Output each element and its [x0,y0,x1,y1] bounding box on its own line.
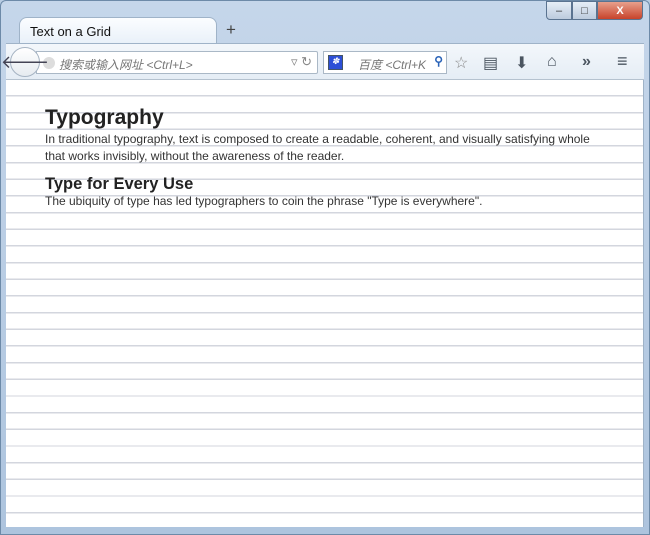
download-icon[interactable]: ⬇ [515,53,528,73]
search-placeholder: 百度 <Ctrl+K [358,58,427,72]
new-tab-button[interactable]: + [226,20,236,40]
intro-paragraph: In traditional typography, text is compo… [45,132,590,163]
home-icon[interactable]: ⌂ [547,53,557,71]
section-paragraph: The ubiquity of type has led typographer… [45,194,483,208]
maximize-button[interactable]: □ [572,1,597,20]
back-button[interactable]: 🡐 [1,47,49,77]
nav-toolbar: 搜索或输入网址 <Ctrl+L> ▿ ↻ 🡐 ✽ 百度 <Ctrl+K ⚲ ☆ … [1,43,644,80]
reading-list-icon[interactable]: ▤ [483,53,498,73]
close-button[interactable]: X [597,1,643,20]
url-input[interactable]: 搜索或输入网址 <Ctrl+L> ▿ ↻ [36,51,318,74]
browser-window: – □ X Text on a Grid + 搜索或输入网址 <Ctrl+L> … [0,0,650,535]
baidu-paw-icon[interactable]: ✽ [328,55,343,70]
menu-icon[interactable]: ≡ [617,51,628,72]
reload-icon[interactable]: ↻ [301,54,312,69]
tab-title: Text on a Grid [30,24,111,39]
back-arrow-icon: 🡐 [0,51,50,72]
bookmark-star-icon[interactable]: ☆ [454,53,468,73]
tab-active[interactable]: Text on a Grid [19,17,217,43]
url-placeholder: 搜索或输入网址 <Ctrl+L> [59,58,193,72]
page-heading: Typography [45,106,164,129]
window-controls: – □ X [546,1,643,20]
search-icon[interactable]: ⚲ [434,54,443,68]
section-heading: Type for Every Use [45,175,194,193]
search-input[interactable]: ✽ 百度 <Ctrl+K ⚲ [323,51,447,74]
overflow-chevron-icon[interactable]: » [582,53,591,71]
minimize-button[interactable]: – [546,1,572,20]
dropdown-icon[interactable]: ▿ [291,54,298,69]
page-content: Typography In traditional typography, te… [6,80,644,527]
